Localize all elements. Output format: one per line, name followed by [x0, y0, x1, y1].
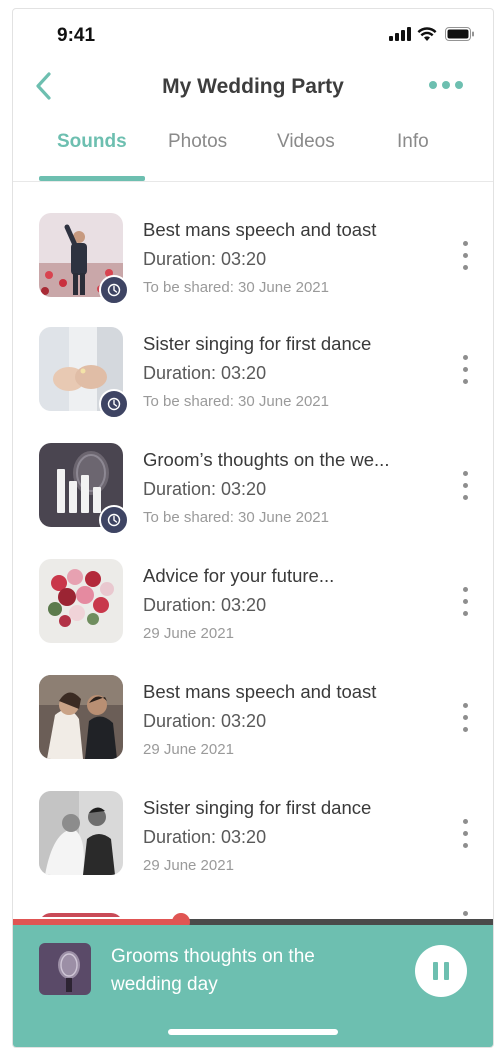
tab-bar: Sounds Photos Videos Info	[13, 117, 493, 182]
item-date: To be shared: 30 June 2021	[143, 509, 329, 526]
thumbnail-bouquet	[39, 559, 123, 643]
thumbnail-couple-embrace	[39, 675, 123, 759]
pause-button[interactable]	[415, 945, 467, 997]
item-duration: Duration: 03:20	[143, 711, 267, 731]
thumbnail-microphone	[39, 943, 91, 995]
tab-videos[interactable]: Videos	[277, 131, 335, 153]
item-duration: Duration: 03:20	[143, 827, 267, 847]
item-title: Sister singing for first dance	[143, 333, 372, 354]
status-bar: 9:41	[13, 9, 493, 61]
item-duration: Duration: 03:20	[143, 595, 267, 615]
list-item-partial[interactable]	[13, 877, 493, 917]
more-dot-icon	[429, 81, 437, 89]
tab-info[interactable]: Info	[397, 131, 429, 153]
list-item[interactable]: Sister singing for first dance Duration:…	[13, 297, 493, 419]
mini-player[interactable]: Grooms thoughts on the wedding day	[13, 925, 493, 1047]
item-duration: Duration: 03:20	[143, 249, 267, 269]
list-item[interactable]: Groom’s thoughts on the we... Duration: …	[13, 413, 493, 535]
wifi-icon	[417, 27, 437, 41]
item-duration: Duration: 03:20	[143, 363, 267, 383]
active-tab-indicator	[39, 176, 145, 181]
item-menu-icon[interactable]	[459, 911, 471, 917]
item-menu-icon[interactable]	[459, 471, 471, 505]
item-menu-icon[interactable]	[459, 819, 471, 853]
item-menu-icon[interactable]	[459, 355, 471, 389]
battery-icon	[445, 27, 474, 41]
item-menu-icon[interactable]	[459, 241, 471, 275]
item-title: Best mans speech and toast	[143, 219, 377, 240]
list-item[interactable]: Best mans speech and toast Duration: 03:…	[13, 645, 493, 759]
now-playing-title: Grooms thoughts on the wedding day	[111, 946, 315, 995]
item-title: Advice for your future...	[143, 565, 335, 586]
pause-icon	[444, 962, 449, 980]
thumbnail-couple-bw	[39, 791, 123, 875]
item-date: 29 June 2021	[143, 741, 234, 758]
tab-sounds[interactable]: Sounds	[57, 131, 127, 153]
thumbnail-partial	[39, 913, 123, 917]
item-title: Best mans speech and toast	[143, 681, 377, 702]
list-item[interactable]: Sister singing for first dance Duration:…	[13, 761, 493, 875]
item-menu-icon[interactable]	[459, 703, 471, 737]
item-menu-icon[interactable]	[459, 587, 471, 621]
item-title: Sister singing for first dance	[143, 797, 372, 818]
pause-icon	[433, 962, 438, 980]
item-date: 29 June 2021	[143, 857, 234, 874]
item-date: To be shared: 30 June 2021	[143, 279, 329, 296]
item-duration: Duration: 03:20	[143, 479, 267, 499]
item-title: Groom’s thoughts on the we...	[143, 449, 390, 470]
home-indicator	[168, 1029, 338, 1035]
app-screen: 9:41 My Wedding Party Sounds Photos Vide…	[12, 8, 494, 1048]
more-dot-icon	[455, 81, 463, 89]
item-date: To be shared: 30 June 2021	[143, 393, 329, 410]
more-dot-icon	[442, 81, 450, 89]
page-title: My Wedding Party	[162, 75, 344, 98]
more-options-button[interactable]	[429, 81, 463, 89]
status-time: 9:41	[57, 25, 96, 46]
signal-icon	[389, 27, 411, 41]
list-item[interactable]: Best mans speech and toast Duration: 03:…	[13, 183, 493, 305]
navigation-bar: My Wedding Party	[13, 61, 493, 113]
tab-photos[interactable]: Photos	[168, 131, 227, 153]
list-item[interactable]: Advice for your future... Duration: 03:2…	[13, 529, 493, 643]
item-date: 29 June 2021	[143, 625, 234, 642]
